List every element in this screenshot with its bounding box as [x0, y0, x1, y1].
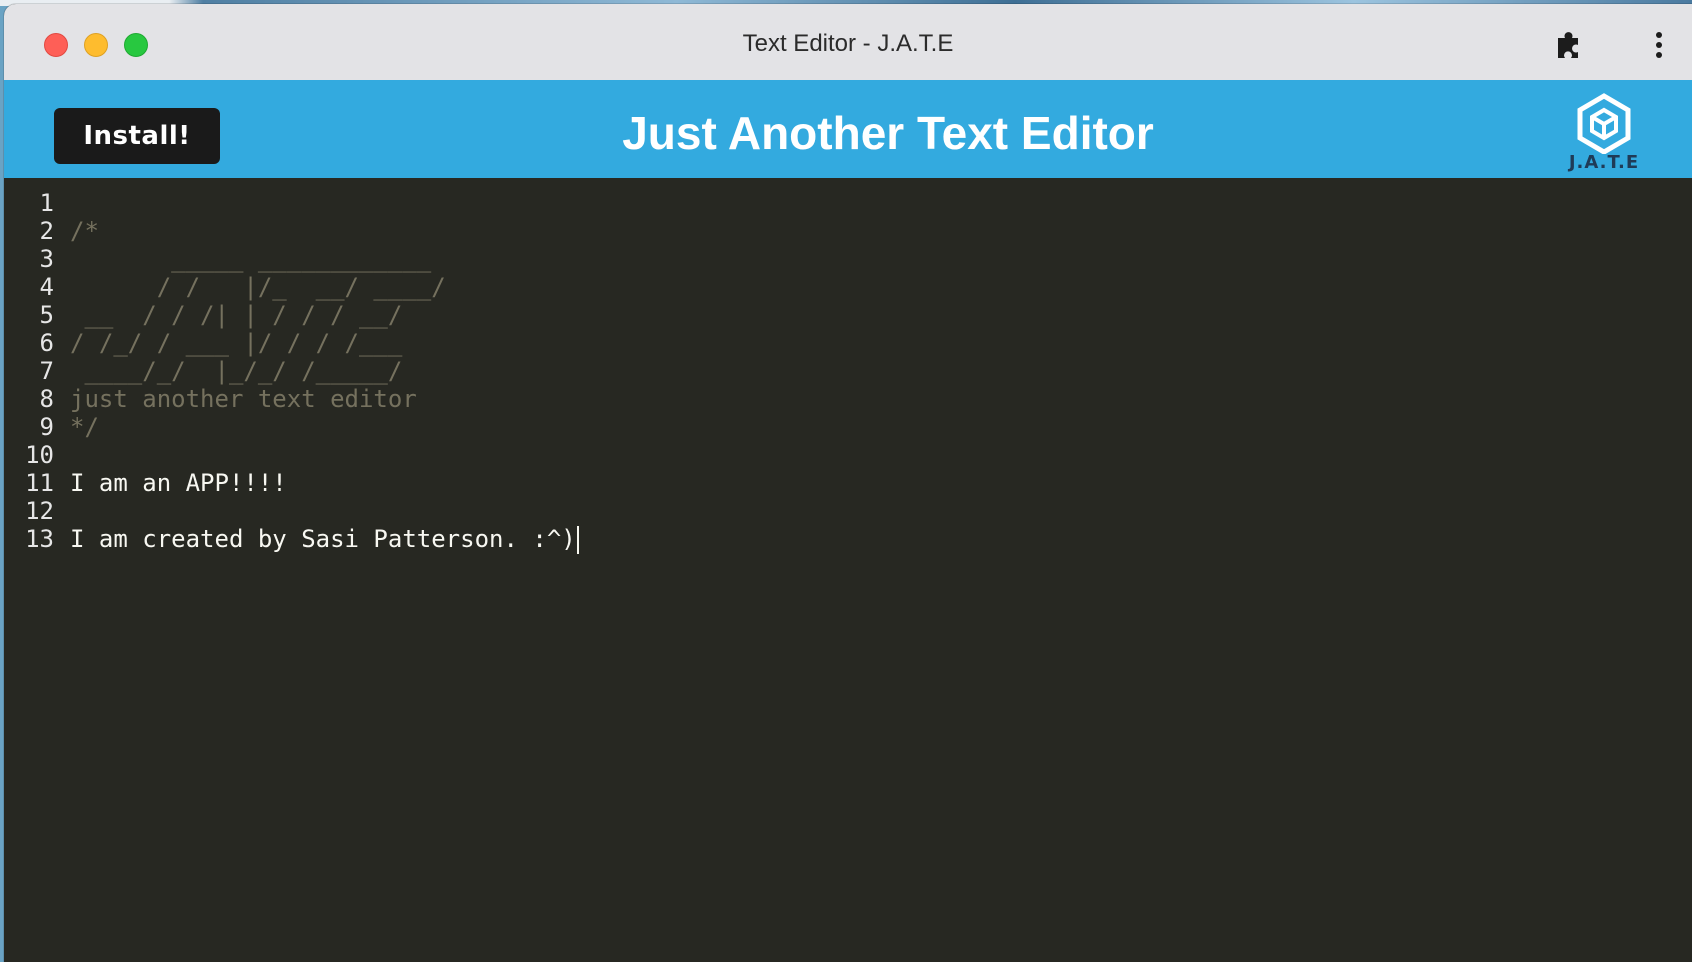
line-number: 1	[39, 189, 54, 217]
code-editor[interactable]: 1 2/* 3 _____ ____________ 4 / / |/_ __/ __…	[4, 178, 1692, 962]
line-number: 4	[39, 273, 54, 301]
editor-line[interactable]: 5 __ / / /| | / / / __/	[4, 300, 403, 330]
editor-line[interactable]: 11 I am an APP!!!!	[4, 468, 287, 498]
comment-text: / /_/ / ___ |/ / / /___	[70, 329, 403, 357]
app-title: Just Another Text Editor	[622, 107, 1154, 159]
more-vertical-icon	[1656, 32, 1662, 58]
hexagon-cube-logo-icon	[1577, 93, 1631, 154]
editor-line[interactable]: 3 _____ ____________	[4, 244, 432, 274]
browser-window: Text Editor - J.A.T.E Install! Just Anot…	[4, 4, 1692, 962]
line-number: 11	[25, 469, 54, 497]
text-cursor	[576, 526, 579, 554]
comment-text: */	[70, 413, 99, 441]
editor-line[interactable]: 7 ____/_/ |_/_/ /_____/	[4, 356, 403, 386]
line-number: 6	[39, 329, 54, 357]
code-text: I am an APP!!!!	[70, 469, 287, 497]
line-number: 10	[25, 441, 54, 469]
line-number: 9	[39, 413, 54, 441]
puzzle-icon	[1558, 32, 1578, 58]
line-number: 2	[39, 217, 54, 245]
editor-line[interactable]: 10	[4, 440, 70, 470]
comment-text: / / |/_ __/ ____/	[70, 273, 446, 301]
editor-line[interactable]: 1	[4, 188, 70, 218]
window-titlebar: Text Editor - J.A.T.E	[4, 4, 1692, 81]
code-text: I am created by Sasi Patterson. :^)	[70, 525, 576, 553]
browser-menu-button[interactable]	[1649, 28, 1669, 62]
editor-line[interactable]: 6 / /_/ / ___ |/ / / /___	[4, 328, 403, 358]
extensions-button[interactable]	[1552, 28, 1586, 62]
line-number: 7	[39, 357, 54, 385]
editor-line[interactable]: 8 just another text editor	[4, 384, 417, 414]
app-logo: J.A.T.E	[1559, 92, 1649, 176]
app-header: Install! Just Another Text Editor J.A.T.…	[4, 80, 1692, 178]
comment-text: just another text editor	[70, 385, 417, 413]
editor-line[interactable]: 12	[4, 496, 70, 526]
comment-text: _____ ____________	[70, 245, 432, 273]
line-number: 5	[39, 301, 54, 329]
comment-text: __ / / /| | / / / __/	[70, 301, 403, 329]
logo-text: J.A.T.E	[1568, 152, 1640, 173]
line-number: 8	[39, 385, 54, 413]
editor-line[interactable]: 13 I am created by Sasi Patterson. :^)	[4, 524, 579, 554]
comment-text: ____/_/ |_/_/ /_____/	[70, 357, 403, 385]
comment-text: /*	[70, 217, 99, 245]
line-number: 13	[25, 525, 54, 553]
line-number: 12	[25, 497, 54, 525]
editor-line[interactable]: 9 */	[4, 412, 99, 442]
editor-line[interactable]: 2 /*	[4, 216, 99, 246]
editor-line[interactable]: 4 / / |/_ __/ ____/	[4, 272, 446, 302]
line-number: 3	[39, 245, 54, 273]
window-title: Text Editor - J.A.T.E	[742, 30, 954, 57]
